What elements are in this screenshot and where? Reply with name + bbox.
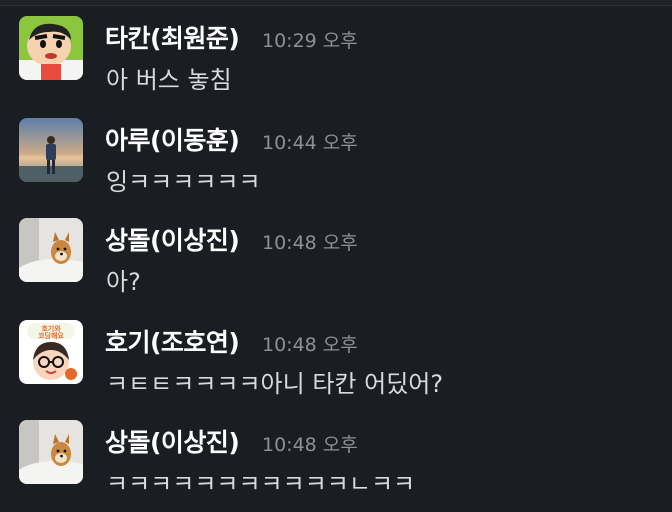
- message-text: ㅋㅋㅋㅋㅋㅋㅋㅋㅋㅋㅋㄴㅋㅋ: [106, 470, 416, 498]
- message-item: 상돌(이상진) 10:48 오후 ㅋㅋㅋㅋㅋㅋㅋㅋㅋㅋㅋㄴㅋㅋ: [0, 420, 672, 500]
- avatar-badge-text: 코딩해요: [38, 331, 64, 340]
- author-name[interactable]: 상돌(이상진): [105, 423, 240, 459]
- timestamp[interactable]: 10:48 오후: [262, 430, 358, 457]
- message-feed: 타칸(최원준) 10:29 오후 아 버스 놓침 아루(이동훈) 10:44 오…: [0, 0, 672, 512]
- message-text: 잉ㅋㅋㅋㅋㅋㅋ: [106, 168, 261, 196]
- timestamp[interactable]: 10:29 오후: [262, 26, 358, 53]
- timestamp[interactable]: 10:44 오후: [262, 128, 358, 155]
- message-item: 상돌(이상진) 10:48 오후 아?: [0, 218, 672, 298]
- message-text: ㅋㅌㅌㅋㅋㅋㅋ아니 타칸 어딨어?: [106, 370, 444, 398]
- author-name[interactable]: 타칸(최원준): [105, 19, 240, 55]
- timestamp[interactable]: 10:48 오후: [262, 228, 358, 255]
- crayon-shinchan-avatar[interactable]: [19, 16, 83, 80]
- shiba-dog-avatar[interactable]: [19, 420, 83, 484]
- author-name[interactable]: 상돌(이상진): [105, 221, 240, 257]
- message-text: 아?: [106, 268, 141, 296]
- message-item: 타칸(최원준) 10:29 오후 아 버스 놓침: [0, 16, 672, 96]
- message-item: 호기와 코딩해요 호기(조호연) 10:48 오후 ㅋㅌㅌㅋㅋㅋㅋ아니 타칸 어…: [0, 320, 672, 400]
- timestamp[interactable]: 10:48 오후: [262, 330, 358, 357]
- beach-person-avatar[interactable]: [19, 118, 83, 182]
- message-item: 아루(이동훈) 10:44 오후 잉ㅋㅋㅋㅋㅋㅋ: [0, 118, 672, 198]
- message-text: 아 버스 놓침: [106, 66, 232, 94]
- author-name[interactable]: 아루(이동훈): [105, 121, 240, 157]
- author-name[interactable]: 호기(조호연): [105, 323, 240, 359]
- cartoon-face-avatar[interactable]: 호기와 코딩해요: [19, 320, 83, 384]
- shiba-dog-avatar[interactable]: [19, 218, 83, 282]
